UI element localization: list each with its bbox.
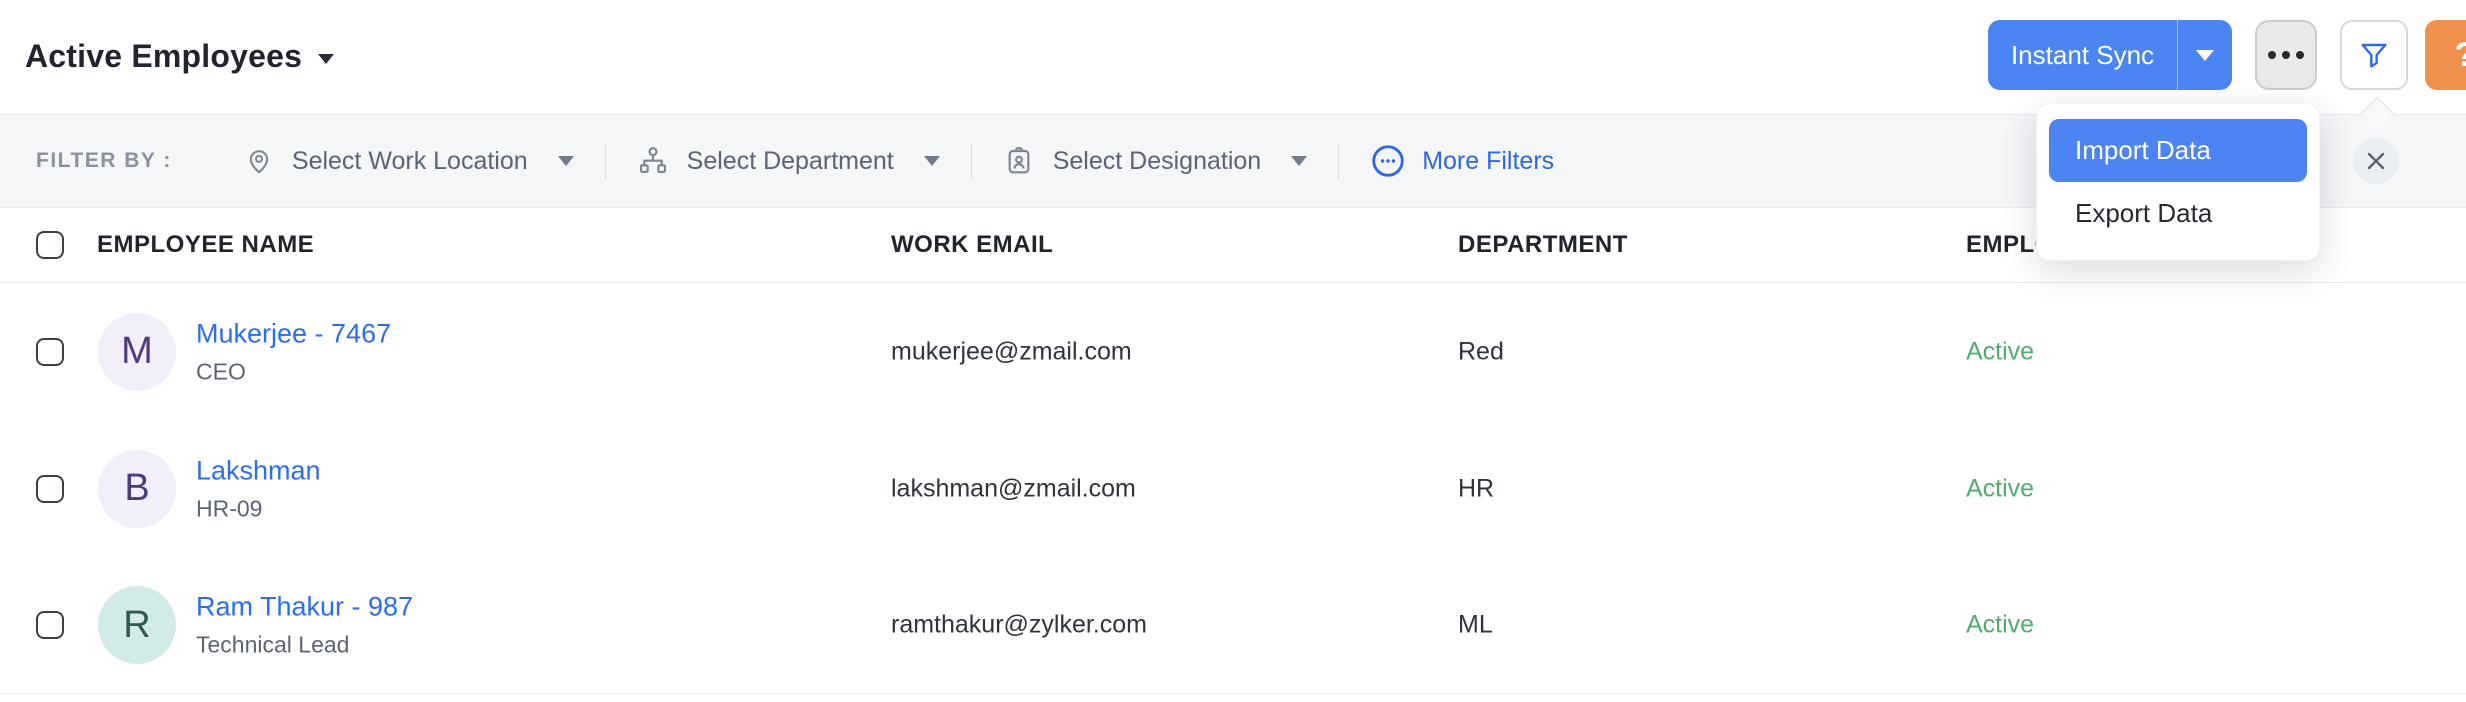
avatar: B bbox=[98, 450, 176, 528]
employee-name-link[interactable]: Ram Thakur - 987 bbox=[196, 592, 413, 623]
employee-name-link[interactable]: Lakshman bbox=[196, 455, 321, 486]
work-location-filter-label: Select Work Location bbox=[292, 147, 528, 176]
menu-item-export-data[interactable]: Export Data bbox=[2049, 182, 2307, 245]
status-badge: Active bbox=[1966, 337, 2034, 366]
chevron-down-icon bbox=[2196, 50, 2214, 61]
work-email-cell: ramthakur@zylker.com bbox=[891, 611, 1147, 640]
department-filter[interactable]: Select Department bbox=[637, 145, 940, 177]
more-filters-icon bbox=[1370, 143, 1406, 179]
menu-item-import-data[interactable]: Import Data bbox=[2049, 119, 2307, 182]
ellipsis-icon bbox=[2296, 51, 2304, 59]
work-email-cell: mukerjee@zmail.com bbox=[891, 337, 1132, 366]
id-badge-icon bbox=[1003, 145, 1035, 177]
top-header: Active Employees Instant Sync ? bbox=[0, 0, 2466, 114]
designation-filter-label: Select Designation bbox=[1053, 147, 1261, 176]
column-header-employee-name[interactable]: EMPLOYEE NAME bbox=[97, 231, 314, 259]
more-actions-button[interactable] bbox=[2255, 20, 2317, 90]
column-header-department[interactable]: DEPARTMENT bbox=[1458, 231, 1628, 259]
employee-name-cell: Lakshman HR-09 bbox=[196, 455, 321, 522]
table-row: M Mukerjee - 7467 CEO mukerjee@zmail.com… bbox=[0, 283, 2466, 420]
more-filters-label: More Filters bbox=[1422, 147, 1554, 176]
employee-designation: HR-09 bbox=[196, 495, 321, 522]
ellipsis-icon bbox=[2282, 51, 2290, 59]
close-icon bbox=[2364, 149, 2388, 173]
table-row: B Lakshman HR-09 lakshman@zmail.com HR A… bbox=[0, 420, 2466, 557]
employee-designation: CEO bbox=[196, 358, 391, 385]
avatar: M bbox=[98, 313, 176, 391]
close-filter-button[interactable] bbox=[2353, 138, 2399, 184]
employee-name-link[interactable]: Mukerjee - 7467 bbox=[196, 318, 391, 349]
page-title: Active Employees bbox=[25, 38, 302, 75]
divider bbox=[1338, 143, 1339, 179]
more-filters-button[interactable]: More Filters bbox=[1370, 143, 1554, 179]
chevron-down-icon bbox=[1291, 156, 1307, 166]
column-header-work-email[interactable]: WORK EMAIL bbox=[891, 231, 1053, 259]
divider bbox=[605, 143, 606, 179]
help-button[interactable]: ? bbox=[2425, 20, 2466, 90]
department-filter-label: Select Department bbox=[687, 147, 894, 176]
instant-sync-split-button: Instant Sync bbox=[1988, 20, 2232, 90]
employee-name-cell: Mukerjee - 7467 CEO bbox=[196, 318, 391, 385]
employee-list-page: Active Employees Instant Sync ? FILTER B… bbox=[0, 0, 2466, 702]
filter-button[interactable] bbox=[2340, 20, 2408, 90]
view-selector[interactable]: Active Employees bbox=[25, 38, 334, 75]
status-badge: Active bbox=[1966, 474, 2034, 503]
status-badge: Active bbox=[1966, 611, 2034, 640]
row-checkbox[interactable] bbox=[36, 475, 64, 503]
employee-designation: Technical Lead bbox=[196, 632, 413, 659]
toolbar-actions: Instant Sync ? bbox=[1988, 20, 2466, 90]
divider bbox=[971, 143, 972, 179]
table-row: R Ram Thakur - 987 Technical Lead ramtha… bbox=[0, 557, 2466, 694]
actions-dropdown-menu: Import Data Export Data bbox=[2036, 103, 2320, 261]
avatar: R bbox=[98, 586, 176, 664]
row-checkbox[interactable] bbox=[36, 611, 64, 639]
department-cell: Red bbox=[1458, 337, 1504, 366]
employee-name-cell: Ram Thakur - 987 Technical Lead bbox=[196, 592, 413, 659]
work-location-filter[interactable]: Select Work Location bbox=[244, 146, 574, 176]
funnel-icon bbox=[2358, 39, 2390, 71]
select-all-checkbox[interactable] bbox=[36, 231, 64, 259]
row-checkbox[interactable] bbox=[36, 338, 64, 366]
chevron-down-icon bbox=[558, 156, 574, 166]
work-email-cell: lakshman@zmail.com bbox=[891, 474, 1136, 503]
chevron-down-icon bbox=[318, 54, 334, 64]
designation-filter[interactable]: Select Designation bbox=[1003, 145, 1307, 177]
instant-sync-button[interactable]: Instant Sync bbox=[1988, 20, 2177, 90]
instant-sync-dropdown-button[interactable] bbox=[2177, 20, 2232, 90]
department-cell: ML bbox=[1458, 611, 1493, 640]
location-pin-icon bbox=[244, 146, 274, 176]
org-chart-icon bbox=[637, 145, 669, 177]
filter-by-label: FILTER BY : bbox=[36, 149, 172, 173]
ellipsis-icon bbox=[2268, 51, 2276, 59]
chevron-down-icon bbox=[924, 156, 940, 166]
department-cell: HR bbox=[1458, 474, 1494, 503]
